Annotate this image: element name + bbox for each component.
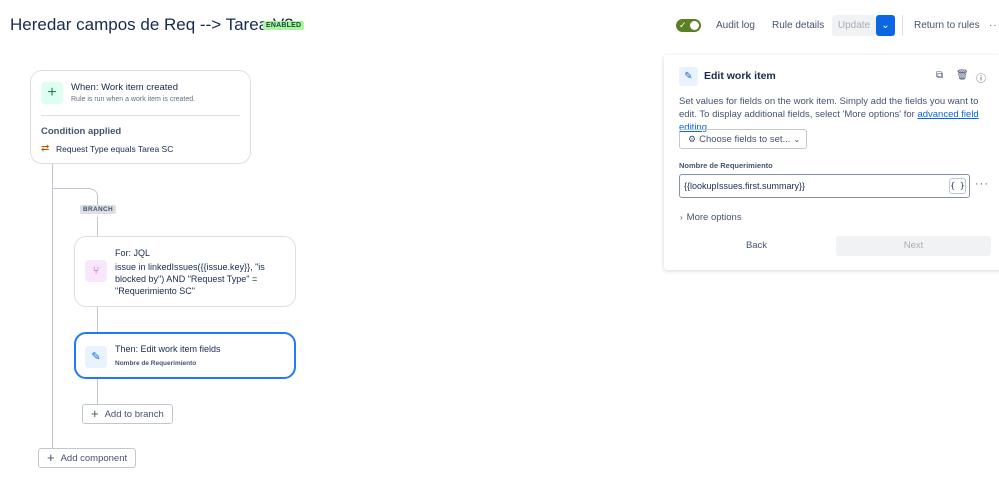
page-title: Heredar campos de Req --> Tarea V2 [10, 15, 294, 34]
then-subtitle: Nombre de Requerimiento [115, 360, 197, 367]
branch-icon: ⑂ [85, 260, 107, 282]
nombre-requerimiento-input[interactable]: {{lookupIssues.first.summary}} { } [679, 174, 970, 198]
smart-value-braces-button[interactable]: { } [949, 178, 966, 194]
more-options-label: More options [686, 212, 742, 223]
next-button[interactable]: Next [836, 236, 991, 256]
for-jql-card[interactable]: ⑂ For: JQL issue in linkedIssues({{issue… [74, 236, 296, 307]
divider [41, 115, 240, 116]
connector-line [52, 164, 53, 458]
audit-log-button[interactable]: Audit log [716, 15, 755, 36]
swap-icon: ⇄ [41, 143, 50, 154]
trigger-subtitle: Rule is run when a work item is created. [71, 96, 196, 103]
status-badge: ENABLED [263, 21, 305, 30]
edit-icon: ✎ [85, 346, 107, 368]
check-icon: ✓ [679, 20, 687, 30]
add-to-branch-label: Add to branch [104, 409, 164, 420]
jql-line: blocked by") AND "Request Type" = [115, 274, 258, 284]
rule-details-button[interactable]: Rule details [772, 15, 824, 36]
more-horizontal-icon[interactable]: ··· [975, 178, 989, 190]
chevron-down-icon: ⌄ [793, 135, 801, 144]
trash-icon[interactable]: 🗑 [956, 70, 969, 81]
rule-enabled-toggle[interactable]: ✓ [676, 19, 701, 32]
connector-line [97, 307, 98, 332]
add-component-button[interactable]: + Add component [38, 448, 136, 468]
choose-fields-button[interactable]: ⚙ Choose fields to set... ⌄ [679, 129, 807, 149]
plus-icon: + [91, 406, 99, 421]
connector-line [97, 217, 98, 236]
connector-curve [87, 188, 98, 197]
update-dropdown-button[interactable]: ⌄ [876, 15, 895, 36]
connector-line [52, 188, 88, 189]
field-value: {{lookupIssues.first.summary}} [684, 181, 806, 191]
jql-line: issue in linkedIssues({{issue.key}}, "is [115, 262, 265, 272]
copy-icon[interactable]: ⧉ [936, 70, 943, 81]
for-title: For: JQL [115, 248, 151, 258]
return-to-rules-button[interactable]: Return to rules [914, 15, 980, 36]
connector-line [97, 379, 98, 404]
gear-icon: ⚙ [688, 134, 697, 144]
condition-text[interactable]: Request Type equals Tarea SC [56, 144, 173, 154]
jql-line: "Requerimiento SC" [115, 286, 195, 296]
branch-tag: BRANCH [80, 205, 116, 214]
help-icon[interactable]: ⓘ [976, 70, 986, 85]
chevron-right-icon: › [680, 213, 683, 222]
trigger-card[interactable]: + When: Work item created Rule is run wh… [30, 70, 251, 164]
panel-title: Edit work item [704, 70, 776, 82]
trigger-title: When: Work item created [71, 82, 179, 93]
plus-icon: + [47, 450, 55, 465]
then-title: Then: Edit work item fields [115, 344, 221, 354]
add-component-label: Add component [60, 453, 128, 464]
toggle-knob [690, 21, 699, 30]
more-options-toggle[interactable]: › More options [680, 212, 742, 223]
add-to-branch-button[interactable]: + Add to branch [82, 404, 173, 424]
header-divider [902, 15, 903, 36]
back-button[interactable]: Back [679, 236, 834, 256]
edit-icon: ✎ [679, 67, 698, 86]
chevron-down-icon: ⌄ [881, 20, 890, 31]
edit-work-item-panel: ✎ Edit work item ⧉ 🗑 ⓘ Set values for fi… [664, 55, 999, 270]
condition-title: Condition applied [41, 126, 122, 137]
field-label: Nombre de Requerimiento [679, 161, 773, 170]
update-button[interactable]: Update [832, 15, 876, 36]
more-horizontal-icon[interactable]: ··· [989, 15, 999, 36]
plus-icon: + [41, 82, 63, 104]
then-edit-card[interactable]: ✎ Then: Edit work item fields Nombre de … [74, 332, 296, 379]
choose-fields-label: Choose fields to set... [699, 134, 791, 145]
